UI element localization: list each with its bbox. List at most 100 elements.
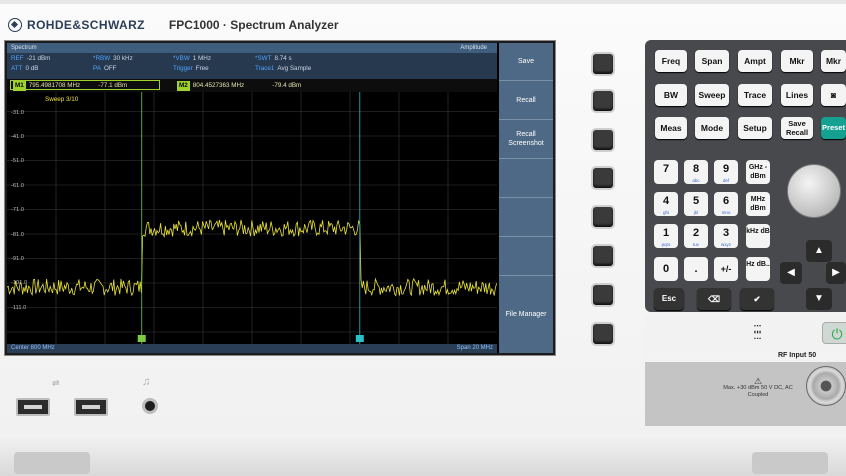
arrow-up-key[interactable]: ▲ <box>806 240 832 262</box>
num-5-key[interactable]: 5 jkl <box>684 192 708 216</box>
trace-key[interactable]: Trace <box>738 84 772 106</box>
hw-softkey-3[interactable] <box>591 128 615 152</box>
marker-2-readout[interactable]: M2 804.4527363 MHz -79.4 dBm <box>175 81 301 91</box>
rf-warning: ⚠ Max. +30 dBm 50 V DC, AC Coupled <box>718 376 798 399</box>
mode-key[interactable]: Mode <box>695 117 729 139</box>
sweep-key[interactable]: Sweep <box>695 84 729 106</box>
marker-1-readout[interactable]: M1 795.4981708 MHz -77.1 dBm <box>10 80 160 91</box>
attenuation[interactable]: ATT 0 dB <box>11 65 38 72</box>
bottom-edge <box>0 434 846 476</box>
hw-softkey-8[interactable] <box>591 322 615 346</box>
rf-input-connector[interactable] <box>806 366 846 406</box>
brand-logo: ROHDE&SCHWARZ <box>8 18 145 32</box>
y-tick: -101.0 <box>11 280 28 286</box>
preamp[interactable]: PA OFF <box>93 65 117 72</box>
vbw[interactable]: *VBW 1 MHz <box>173 55 211 62</box>
arrow-right-key[interactable]: ▶ <box>826 262 846 284</box>
rotary-knob[interactable] <box>787 164 841 218</box>
sign-key[interactable]: +/- <box>714 257 738 281</box>
num-0-key[interactable]: 0 <box>654 257 678 281</box>
y-tick: -71.0 <box>11 207 24 213</box>
num-6-key[interactable]: 6 mno <box>714 192 738 216</box>
spectrum-plot[interactable]: -31.0 -41.0 -51.0 -61.0 -71.0 -81.0 -91.… <box>7 92 497 345</box>
meas-key[interactable]: Meas <box>655 117 687 139</box>
num-2-key[interactable]: 2 tuv <box>684 224 708 248</box>
hz-key[interactable]: Hz dB.. <box>746 257 770 281</box>
num-7-key[interactable]: 7 <box>654 160 678 184</box>
freq-key[interactable]: Freq <box>655 50 687 72</box>
save-recall-key[interactable]: Save Recall <box>781 117 813 139</box>
hw-softkey-5[interactable] <box>591 205 615 229</box>
softkey-recall-screenshot[interactable]: Recall Screenshot <box>499 120 553 159</box>
esc-key[interactable]: Esc <box>654 288 684 310</box>
arrow-left-icon: ◀ <box>787 267 795 278</box>
rf-input-label: RF Input 50 <box>778 352 817 359</box>
decimal-key[interactable]: . <box>684 257 708 281</box>
y-tick: -111.0 <box>11 305 27 311</box>
span-value[interactable]: Span 20 MHz <box>457 344 493 353</box>
spectrum-title: Spectrum <box>11 45 37 51</box>
trigger[interactable]: Trigger Free <box>173 65 209 72</box>
num-9-key[interactable]: 9 def <box>714 160 738 184</box>
softkey-6[interactable] <box>499 237 553 276</box>
setup-key[interactable]: Setup <box>738 117 772 139</box>
hw-softkey-4[interactable] <box>591 166 615 190</box>
bw-key[interactable]: BW <box>655 84 687 106</box>
usb-port-1[interactable] <box>16 398 50 416</box>
enter-key[interactable]: ✔ <box>740 288 774 310</box>
mkr-function-key[interactable]: Mkr <box>821 50 846 72</box>
num-8-key[interactable]: 8 abc <box>684 160 708 184</box>
softkey-recall[interactable]: Recall <box>499 81 553 120</box>
foot-right <box>752 452 828 474</box>
mode-label: Amplitude <box>460 45 487 51</box>
display-frame: Spectrum Amplitude REF -21 dBm ATT 0 dB *R… <box>4 40 556 356</box>
softkey-4[interactable] <box>499 159 553 198</box>
sweep-counter: Sweep 3/10 <box>45 96 79 103</box>
rbw[interactable]: *RBW 30 kHz <box>93 55 133 62</box>
num-1-key[interactable]: 1 pqrs <box>654 224 678 248</box>
y-tick: -61.0 <box>11 183 24 189</box>
lines-key[interactable]: Lines <box>781 84 813 106</box>
trace-mode[interactable]: Trace1 Avg Sample <box>255 65 311 72</box>
softkey-save[interactable]: Save <box>499 43 553 81</box>
center-frequency[interactable]: Center 800 MHz <box>11 344 55 353</box>
ghz-key[interactable]: GHz -dBm <box>746 160 770 184</box>
brand-name: ROHDE&SCHWARZ <box>27 18 145 32</box>
num-4-key[interactable]: 4 ghi <box>654 192 678 216</box>
y-tick: -31.0 <box>11 110 24 116</box>
usb-port-2[interactable] <box>74 398 108 416</box>
sweep-time[interactable]: *SWT 8.74 s <box>255 55 292 62</box>
hw-softkey-2[interactable] <box>591 89 615 113</box>
hw-softkey-7[interactable] <box>591 283 615 307</box>
brand-bar: ROHDE&SCHWARZ FPC1000 · Spectrum Analyze… <box>8 14 339 36</box>
footer-bar: Center 800 MHz Span 20 MHz <box>7 344 497 353</box>
mkr-key[interactable]: Mkr <box>781 50 813 72</box>
display: Spectrum Amplitude REF -21 dBm ATT 0 dB *R… <box>7 43 553 353</box>
span-key[interactable]: Span <box>695 50 729 72</box>
ref-level[interactable]: REF -21 dBm <box>11 55 50 62</box>
usb-icon: ⇌ <box>52 378 60 388</box>
arrow-left-key[interactable]: ◀ <box>780 262 802 284</box>
ampt-key[interactable]: Ampt <box>738 50 772 72</box>
softkey-file-manager[interactable]: File Manager <box>499 276 553 353</box>
camera-key[interactable]: ◙ <box>821 84 846 106</box>
top-bezel <box>0 0 846 4</box>
hw-softkey-1[interactable] <box>591 52 615 76</box>
power-button[interactable]: ⏻ <box>822 322 846 344</box>
arrow-down-key[interactable]: ▼ <box>806 288 832 310</box>
parameter-panel: REF -21 dBm ATT 0 dB *RBW 30 kHz PA OFF *VBW… <box>7 53 497 79</box>
headphone-jack[interactable] <box>142 398 158 414</box>
power-icon: ⏻ <box>831 326 843 342</box>
preset-key[interactable]: Preset <box>821 117 846 139</box>
mhz-key[interactable]: MHz dBm <box>746 192 770 216</box>
khz-key[interactable]: kHz dB <box>746 224 770 248</box>
analyzer-device: ROHDE&SCHWARZ FPC1000 · Spectrum Analyze… <box>0 0 846 476</box>
backspace-key[interactable]: ⌫ <box>697 288 731 310</box>
y-tick: -91.0 <box>11 256 24 262</box>
num-3-key[interactable]: 3 wxyz <box>714 224 738 248</box>
hw-softkey-6[interactable] <box>591 244 615 268</box>
spectrum-trace-svg <box>7 92 497 345</box>
warning-icon: ⚠ <box>753 376 763 386</box>
arrow-right-icon: ▶ <box>832 267 840 278</box>
softkey-5[interactable] <box>499 198 553 237</box>
